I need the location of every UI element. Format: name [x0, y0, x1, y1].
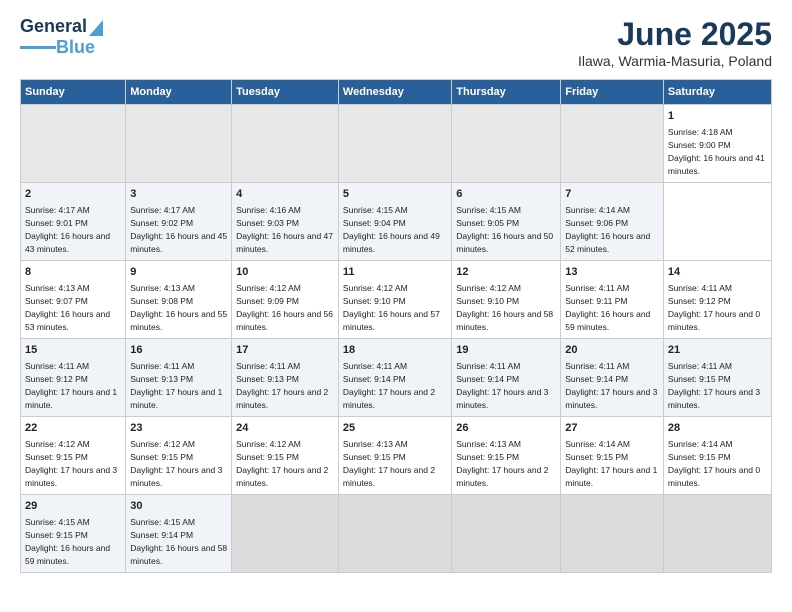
table-row: 19Sunrise: 4:11 AMSunset: 9:14 PMDayligh… [452, 338, 561, 416]
day-number: 4 [236, 187, 334, 202]
empty-cell [21, 105, 126, 183]
table-row: 12Sunrise: 4:12 AMSunset: 9:10 PMDayligh… [452, 260, 561, 338]
table-row: 9Sunrise: 4:13 AMSunset: 9:08 PMDaylight… [126, 260, 232, 338]
empty-cell [232, 105, 339, 183]
empty-cell [452, 105, 561, 183]
table-row: 1Sunrise: 4:18 AMSunset: 9:00 PMDaylight… [663, 105, 771, 183]
table-row: 15Sunrise: 4:11 AMSunset: 9:12 PMDayligh… [21, 338, 126, 416]
col-tuesday: Tuesday [232, 80, 339, 105]
table-row: 3Sunrise: 4:17 AMSunset: 9:02 PMDaylight… [126, 182, 232, 260]
table-row: 7Sunrise: 4:14 AMSunset: 9:06 PMDaylight… [561, 182, 664, 260]
table-row: 5Sunrise: 4:15 AMSunset: 9:04 PMDaylight… [338, 182, 451, 260]
empty-cell [561, 105, 664, 183]
empty-cell [232, 494, 339, 572]
day-number: 29 [25, 499, 121, 514]
header: General Blue June 2025 Ilawa, Warmia-Mas… [20, 16, 772, 69]
table-row: 29Sunrise: 4:15 AMSunset: 9:15 PMDayligh… [21, 494, 126, 572]
table-row: 18Sunrise: 4:11 AMSunset: 9:14 PMDayligh… [338, 338, 451, 416]
logo-blue: Blue [56, 37, 95, 58]
day-number: 18 [343, 343, 447, 358]
day-number: 3 [130, 187, 227, 202]
col-monday: Monday [126, 80, 232, 105]
calendar-title: June 2025 [578, 16, 772, 53]
calendar-page: General Blue June 2025 Ilawa, Warmia-Mas… [0, 0, 792, 612]
calendar-table: Sunday Monday Tuesday Wednesday Thursday… [20, 79, 772, 573]
empty-cell [338, 494, 451, 572]
day-number: 9 [130, 265, 227, 280]
table-row: 27Sunrise: 4:14 AMSunset: 9:15 PMDayligh… [561, 416, 664, 494]
table-row: 2Sunrise: 4:17 AMSunset: 9:01 PMDaylight… [21, 182, 126, 260]
day-number: 22 [25, 421, 121, 436]
day-number: 30 [130, 499, 227, 514]
day-number: 11 [343, 265, 447, 280]
day-number: 7 [565, 187, 659, 202]
table-row: 28Sunrise: 4:14 AMSunset: 9:15 PMDayligh… [663, 416, 771, 494]
table-row: 25Sunrise: 4:13 AMSunset: 9:15 PMDayligh… [338, 416, 451, 494]
day-number: 23 [130, 421, 227, 436]
day-number: 28 [668, 421, 767, 436]
table-row: 6Sunrise: 4:15 AMSunset: 9:05 PMDaylight… [452, 182, 561, 260]
table-row: 14Sunrise: 4:11 AMSunset: 9:12 PMDayligh… [663, 260, 771, 338]
calendar-body: 1Sunrise: 4:18 AMSunset: 9:00 PMDaylight… [21, 105, 772, 573]
day-number: 20 [565, 343, 659, 358]
col-sunday: Sunday [21, 80, 126, 105]
day-number: 24 [236, 421, 334, 436]
calendar-subtitle: Ilawa, Warmia-Masuria, Poland [578, 53, 772, 69]
table-row: 8Sunrise: 4:13 AMSunset: 9:07 PMDaylight… [21, 260, 126, 338]
empty-cell [561, 494, 664, 572]
col-thursday: Thursday [452, 80, 561, 105]
logo: General Blue [20, 16, 103, 58]
day-number: 6 [456, 187, 556, 202]
day-number: 27 [565, 421, 659, 436]
day-number: 1 [668, 109, 767, 124]
table-row: 30Sunrise: 4:15 AMSunset: 9:14 PMDayligh… [126, 494, 232, 572]
day-number: 16 [130, 343, 227, 358]
day-number: 5 [343, 187, 447, 202]
table-row: 10Sunrise: 4:12 AMSunset: 9:09 PMDayligh… [232, 260, 339, 338]
day-number: 17 [236, 343, 334, 358]
col-friday: Friday [561, 80, 664, 105]
day-number: 26 [456, 421, 556, 436]
table-row: 21Sunrise: 4:11 AMSunset: 9:15 PMDayligh… [663, 338, 771, 416]
table-row: 20Sunrise: 4:11 AMSunset: 9:14 PMDayligh… [561, 338, 664, 416]
table-row: 16Sunrise: 4:11 AMSunset: 9:13 PMDayligh… [126, 338, 232, 416]
day-number: 8 [25, 265, 121, 280]
table-row: 13Sunrise: 4:11 AMSunset: 9:11 PMDayligh… [561, 260, 664, 338]
day-number: 19 [456, 343, 556, 358]
table-row: 26Sunrise: 4:13 AMSunset: 9:15 PMDayligh… [452, 416, 561, 494]
empty-cell [663, 494, 771, 572]
col-saturday: Saturday [663, 80, 771, 105]
empty-cell [452, 494, 561, 572]
day-number: 25 [343, 421, 447, 436]
table-row: 4Sunrise: 4:16 AMSunset: 9:03 PMDaylight… [232, 182, 339, 260]
col-wednesday: Wednesday [338, 80, 451, 105]
table-row: 23Sunrise: 4:12 AMSunset: 9:15 PMDayligh… [126, 416, 232, 494]
calendar-header: Sunday Monday Tuesday Wednesday Thursday… [21, 80, 772, 105]
table-row: 11Sunrise: 4:12 AMSunset: 9:10 PMDayligh… [338, 260, 451, 338]
table-row: 22Sunrise: 4:12 AMSunset: 9:15 PMDayligh… [21, 416, 126, 494]
empty-cell [338, 105, 451, 183]
day-number: 21 [668, 343, 767, 358]
day-number: 2 [25, 187, 121, 202]
title-block: June 2025 Ilawa, Warmia-Masuria, Poland [578, 16, 772, 69]
day-number: 12 [456, 265, 556, 280]
logo-triangle-icon [89, 18, 103, 36]
day-number: 13 [565, 265, 659, 280]
day-number: 14 [668, 265, 767, 280]
table-row: 24Sunrise: 4:12 AMSunset: 9:15 PMDayligh… [232, 416, 339, 494]
day-number: 10 [236, 265, 334, 280]
empty-cell [126, 105, 232, 183]
table-row: 17Sunrise: 4:11 AMSunset: 9:13 PMDayligh… [232, 338, 339, 416]
day-number: 15 [25, 343, 121, 358]
logo-general: General [20, 16, 87, 37]
